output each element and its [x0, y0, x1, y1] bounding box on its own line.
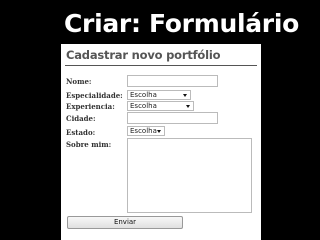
sobre-label: Sobre mim:	[66, 140, 112, 149]
cidade-label: Cidade:	[66, 114, 96, 123]
experiencia-selected: Escolha	[130, 102, 157, 110]
sobre-textarea[interactable]	[127, 138, 252, 213]
estado-select[interactable]: Escolha	[127, 126, 165, 136]
form-panel: Cadastrar novo portfólio Nome: Especiali…	[61, 44, 261, 240]
heading-divider	[65, 65, 257, 66]
estado-label: Estado:	[66, 128, 96, 137]
especialidade-selected: Escolha	[130, 91, 157, 99]
experiencia-label: Experiencia:	[66, 102, 115, 111]
chevron-down-icon	[183, 94, 187, 97]
estado-selected: Escolha	[130, 127, 157, 135]
chevron-down-icon	[157, 130, 161, 133]
slide-title: Criar: Formulário	[64, 9, 299, 38]
especialidade-select[interactable]: Escolha	[127, 90, 191, 100]
form-heading: Cadastrar novo portfólio	[66, 48, 221, 62]
enviar-button[interactable]: Enviar	[67, 216, 183, 229]
nome-label: Nome:	[66, 77, 92, 86]
cidade-input[interactable]	[127, 112, 218, 124]
chevron-down-icon	[186, 105, 190, 108]
nome-input[interactable]	[127, 75, 218, 87]
especialidade-label: Especialidade:	[66, 91, 123, 100]
experiencia-select[interactable]: Escolha	[127, 101, 194, 111]
